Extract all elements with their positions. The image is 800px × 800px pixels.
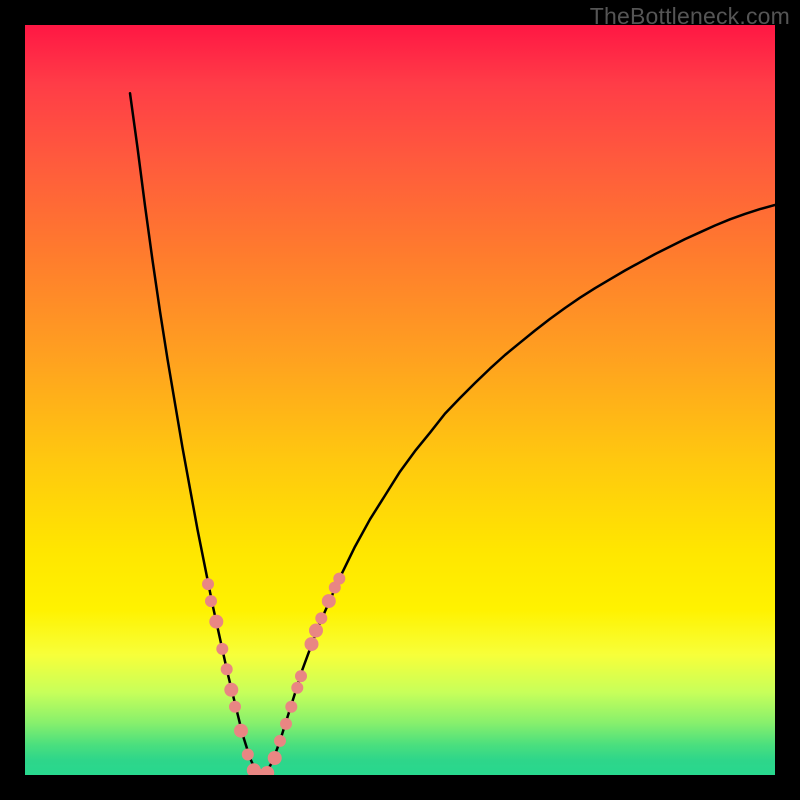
data-marker xyxy=(309,624,323,638)
data-marker xyxy=(216,643,228,655)
data-marker xyxy=(260,766,274,775)
data-marker xyxy=(322,594,336,608)
data-marker xyxy=(268,751,282,765)
data-marker xyxy=(242,749,254,761)
data-marker xyxy=(295,670,307,682)
data-marker xyxy=(224,683,238,697)
plot-area xyxy=(25,25,775,775)
data-marker xyxy=(280,718,292,730)
data-marker xyxy=(209,615,223,629)
data-markers xyxy=(202,573,345,775)
data-marker xyxy=(205,595,217,607)
chart-svg xyxy=(25,25,775,775)
data-marker xyxy=(285,701,297,713)
data-marker xyxy=(291,682,303,694)
data-marker xyxy=(234,724,248,738)
data-marker xyxy=(221,663,233,675)
chart-frame: TheBottleneck.com xyxy=(0,0,800,800)
data-marker xyxy=(333,573,345,585)
data-marker xyxy=(274,735,286,747)
data-marker xyxy=(305,637,319,651)
data-marker xyxy=(202,578,214,590)
data-marker xyxy=(229,701,241,713)
data-marker xyxy=(315,612,327,624)
